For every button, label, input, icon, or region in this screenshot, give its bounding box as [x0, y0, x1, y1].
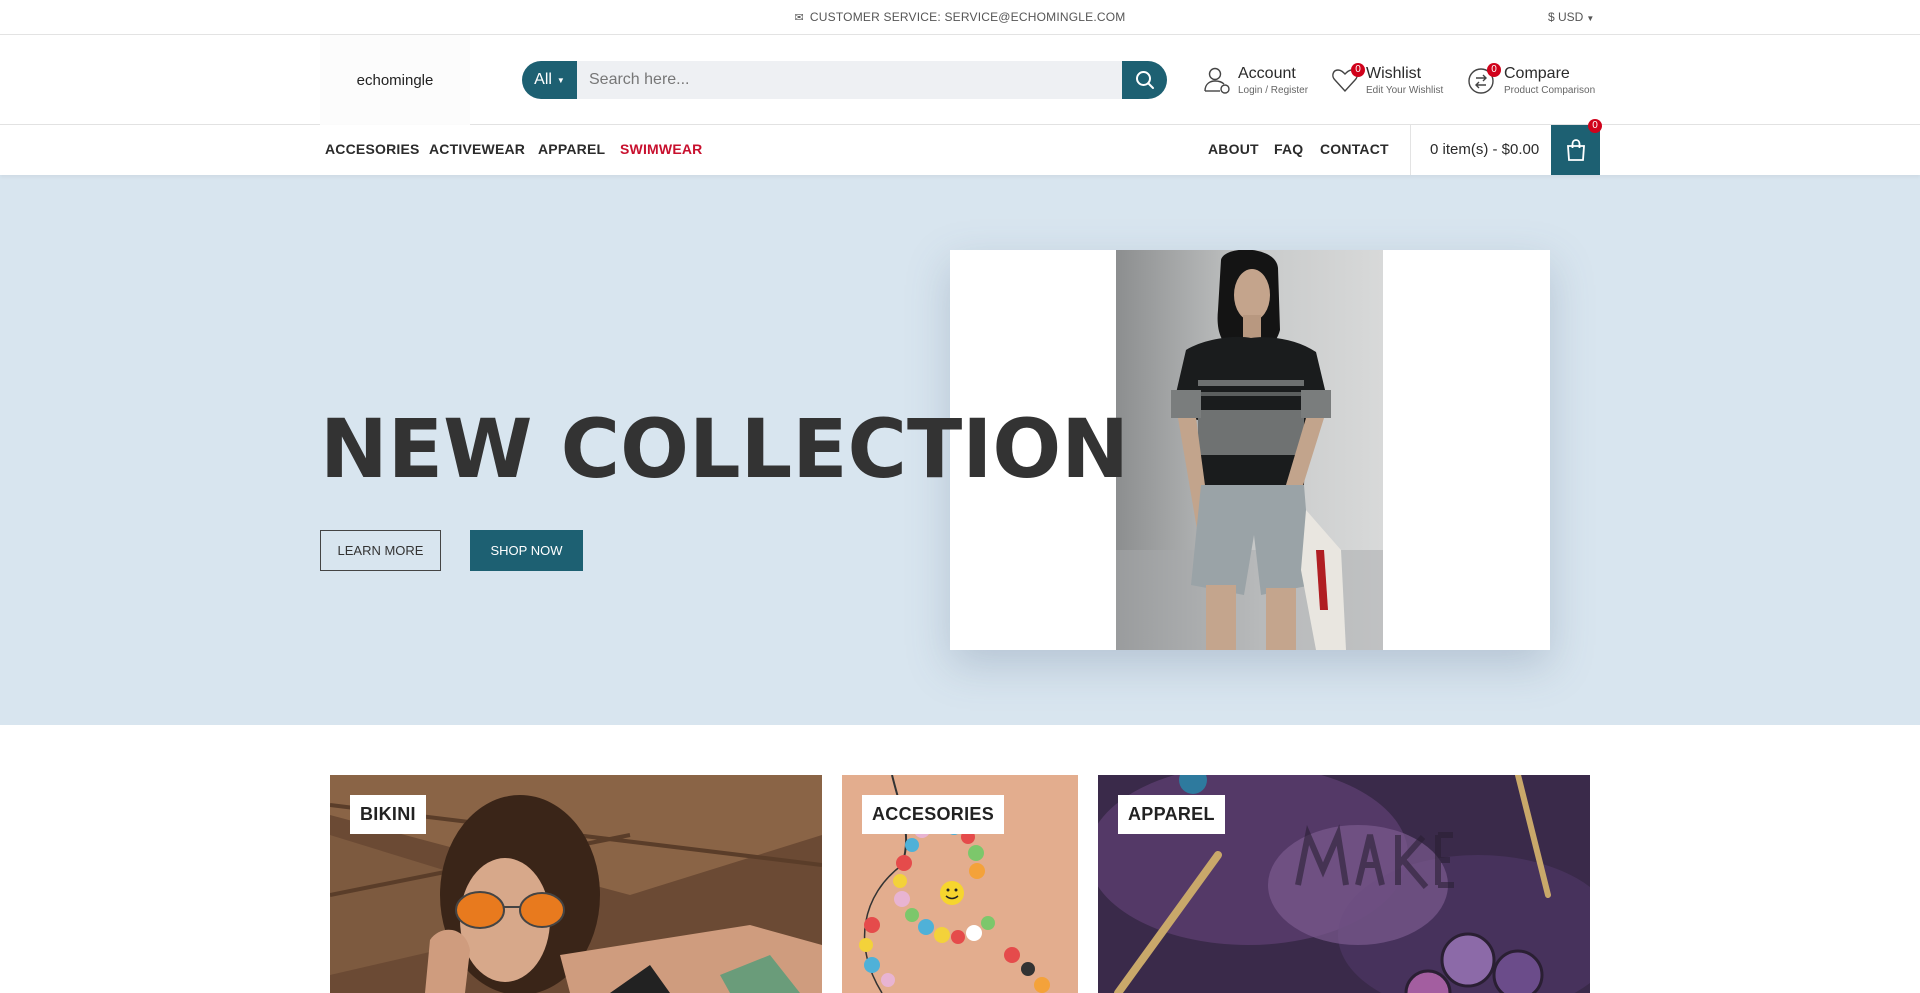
category-tile-accesories[interactable]: ACCESORIES — [842, 775, 1078, 993]
search-input[interactable] — [577, 61, 1122, 99]
wishlist-title: Wishlist — [1366, 65, 1422, 82]
category-label-apparel: APPAREL — [1118, 795, 1225, 834]
nav-item-apparel[interactable]: APPAREL — [538, 141, 605, 157]
search-icon — [1135, 71, 1154, 89]
account-subtitle: Login / Register — [1238, 85, 1309, 96]
compare-link[interactable]: 0 Compare Product Comparison — [1466, 63, 1601, 103]
cart-button[interactable]: 0 — [1551, 119, 1602, 175]
wishlist-subtitle: Edit Your Wishlist — [1366, 85, 1444, 96]
nav-item-accesories[interactable]: ACCESORIES — [325, 141, 420, 157]
top-bar: ✉ CUSTOMER SERVICE: SERVICE@ECHOMINGLE.CO… — [0, 0, 1920, 35]
wishlist-link[interactable]: 0 Wishlist Edit Your Wishlist — [1330, 63, 1460, 103]
customer-service-text: CUSTOMER SERVICE: SERVICE@ECHOMINGLE.COM — [809, 10, 1126, 24]
nav-item-swimwear[interactable]: SWIMWEAR — [620, 141, 702, 157]
nav-item-contact[interactable]: CONTACT — [1320, 141, 1389, 157]
header: echomingle All ▼ Account Login / Register… — [0, 35, 1920, 125]
logo-text: echomingle — [356, 71, 434, 89]
category-tile-bikini[interactable]: BIKINI — [330, 775, 822, 993]
search-category-label: All — [534, 71, 552, 88]
category-label-bikini: BIKINI — [350, 795, 426, 834]
main-nav: ACCESORIES ACTIVEWEAR APPAREL SWIMWEAR A… — [0, 119, 1920, 175]
nav-item-activewear[interactable]: ACTIVEWEAR — [429, 141, 525, 157]
search-bar: All ▼ — [522, 61, 1167, 99]
hero-title: NEW COLLECTION — [320, 403, 1130, 497]
compare-subtitle: Product Comparison — [1504, 85, 1596, 96]
caret-down-icon: ▼ — [556, 75, 565, 85]
compare-title: Compare — [1504, 65, 1570, 82]
user-icon — [1204, 67, 1230, 94]
learn-more-button[interactable]: LEARN MORE — [320, 530, 441, 571]
nav-divider — [1410, 125, 1411, 175]
shop-now-button[interactable]: SHOP NOW — [470, 530, 583, 571]
logo[interactable]: echomingle — [320, 35, 470, 125]
nav-item-faq[interactable]: FAQ — [1274, 141, 1303, 157]
caret-down-icon: ▼ — [1586, 14, 1595, 23]
cart-summary[interactable]: 0 item(s) - $0.00 — [1430, 141, 1539, 158]
hero-model-image — [1116, 250, 1383, 650]
mail-icon: ✉ — [794, 12, 804, 24]
nav-item-about[interactable]: ABOUT — [1208, 141, 1259, 157]
hero-model-photo — [1116, 250, 1383, 650]
currency-label: $ USD — [1548, 10, 1584, 24]
customer-service: ✉ CUSTOMER SERVICE: SERVICE@ECHOMINGLE.CO… — [0, 10, 1920, 24]
cart-count-badge: 0 — [1588, 119, 1602, 133]
wishlist-count-badge: 0 — [1351, 63, 1365, 77]
account-title: Account — [1238, 65, 1296, 82]
category-label-accesories: ACCESORIES — [862, 795, 1005, 834]
category-tile-apparel[interactable]: APPAREL — [1098, 775, 1590, 993]
shopping-bag-icon — [1566, 139, 1585, 161]
search-button[interactable] — [1122, 61, 1167, 99]
account-link[interactable]: Account Login / Register — [1202, 63, 1322, 103]
compare-count-badge: 0 — [1487, 63, 1501, 77]
hero-banner: NEW COLLECTION LEARN MORE SHOP NOW — [0, 175, 1920, 725]
search-category-dropdown[interactable]: All ▼ — [522, 61, 577, 99]
currency-selector[interactable]: $ USD ▼ — [1548, 10, 1594, 24]
